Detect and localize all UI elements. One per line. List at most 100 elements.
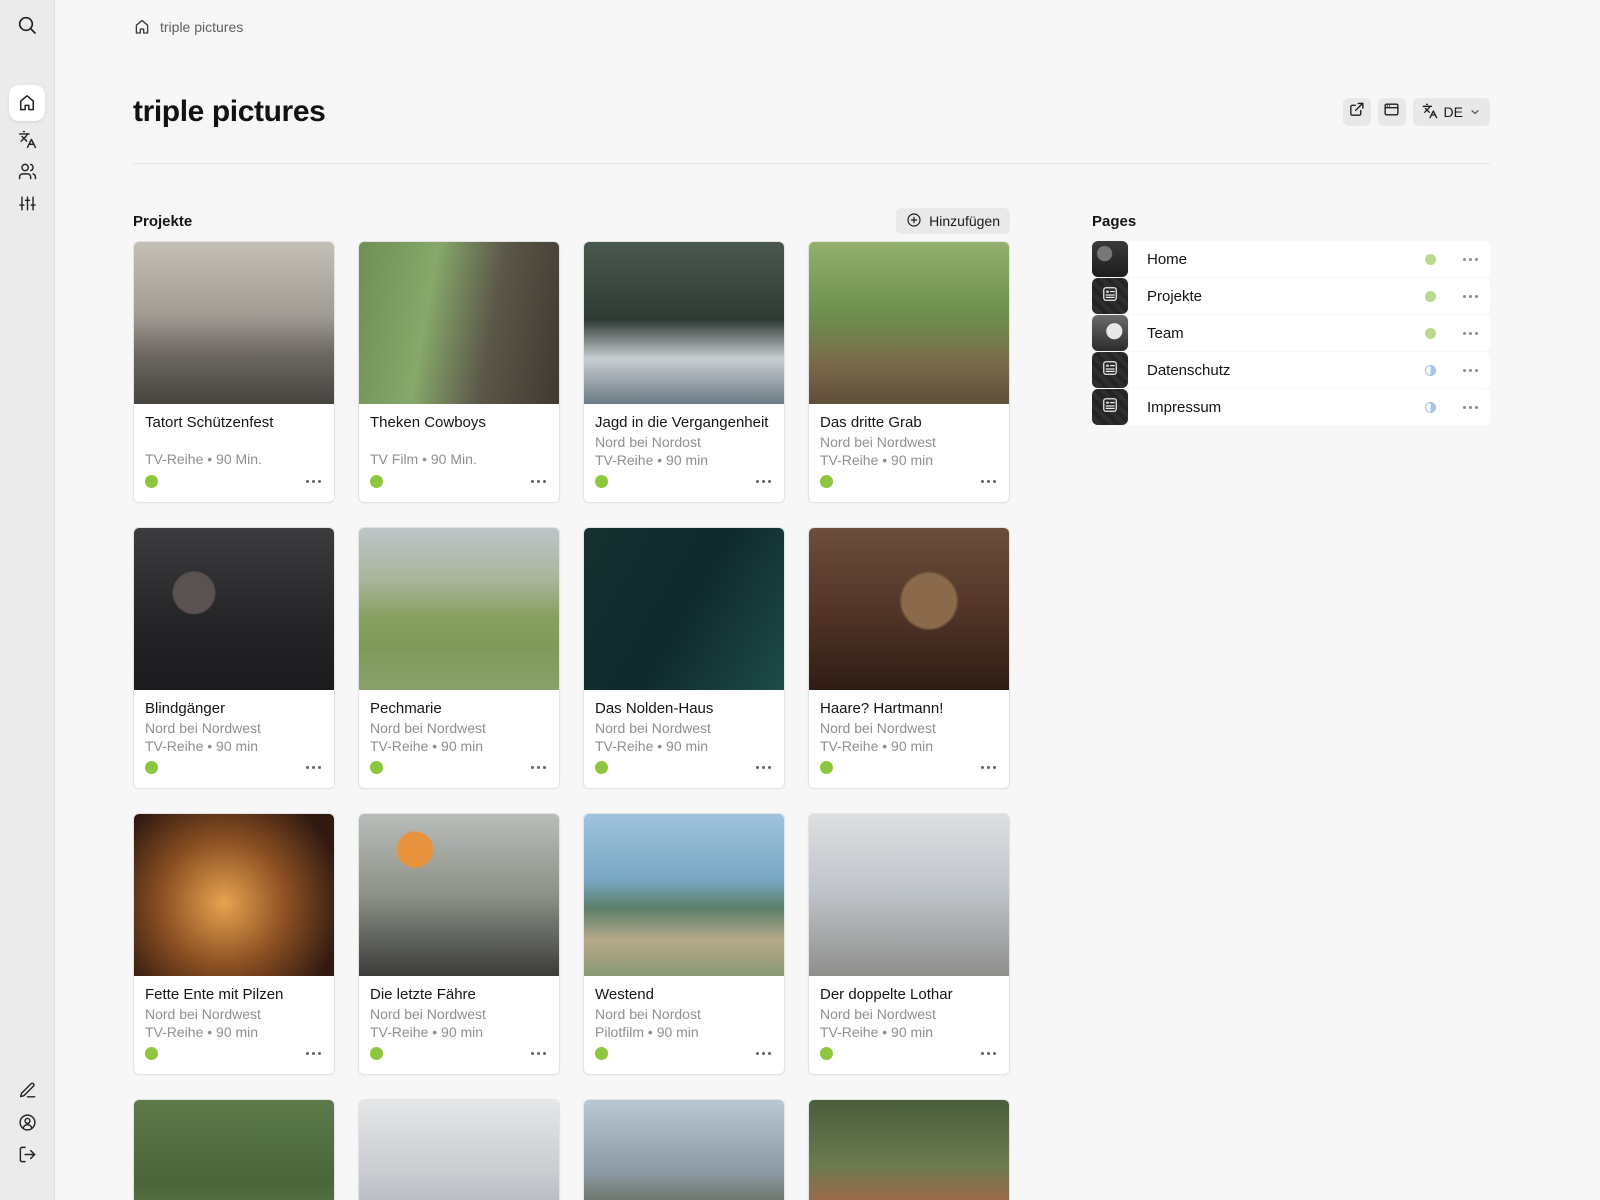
project-card[interactable]: Blindgänger Nord bei Nordwest TV-Reihe •… bbox=[133, 527, 335, 789]
project-meta: TV-Reihe • 90 min bbox=[145, 738, 323, 756]
preview-window-button[interactable] bbox=[1378, 98, 1406, 126]
page-row[interactable]: Datenschutz bbox=[1092, 352, 1490, 388]
document-icon bbox=[1100, 358, 1120, 383]
pages-heading: Pages bbox=[1092, 213, 1136, 230]
rail-item-sliders[interactable] bbox=[9, 187, 45, 219]
project-card[interactable]: Die letzte Fähre Nord bei Nordwest TV-Re… bbox=[358, 813, 560, 1075]
project-card[interactable]: Fette Ente mit Pilzen Nord bei Nordwest … bbox=[133, 813, 335, 1075]
main-content: triple pictures triple pictures DE bbox=[56, 0, 1600, 1200]
project-meta: TV-Reihe • 90 min bbox=[370, 738, 548, 756]
search-button[interactable] bbox=[9, 7, 45, 43]
project-meta: TV-Reihe • 90 min bbox=[820, 452, 998, 470]
project-title: Die letzte Fähre bbox=[370, 985, 548, 1004]
page-menu-button[interactable] bbox=[1463, 406, 1478, 409]
project-thumbnail bbox=[584, 1100, 784, 1200]
page-menu-button[interactable] bbox=[1463, 332, 1478, 335]
page-menu-button[interactable] bbox=[1463, 258, 1478, 261]
status-dot bbox=[595, 475, 608, 488]
project-card[interactable]: Jagd in die Vergangenheit Nord bei Nordo… bbox=[583, 241, 785, 503]
page-thumbnail bbox=[1092, 278, 1128, 314]
rail-item-account[interactable] bbox=[9, 1106, 45, 1138]
more-menu-button[interactable] bbox=[531, 1052, 546, 1055]
project-card[interactable]: Theken Cowboys TV Film • 90 Min. bbox=[358, 241, 560, 503]
home-icon bbox=[133, 18, 151, 36]
rail-item-users[interactable] bbox=[9, 155, 45, 187]
page-row[interactable]: Impressum bbox=[1092, 389, 1490, 425]
project-card[interactable]: Westend Nord bei Nordost Pilotfilm • 90 … bbox=[583, 813, 785, 1075]
project-card[interactable]: Das dritte Grab Nord bei Nordwest TV-Rei… bbox=[808, 241, 1010, 503]
status-dot bbox=[1425, 402, 1436, 413]
project-card[interactable] bbox=[133, 1099, 335, 1200]
status-dot bbox=[1425, 365, 1436, 376]
page-menu-button[interactable] bbox=[1463, 369, 1478, 372]
rail-item-home[interactable] bbox=[9, 85, 45, 121]
project-title: Tatort Schützenfest bbox=[145, 413, 323, 432]
add-project-button[interactable]: Hinzufügen bbox=[896, 208, 1010, 234]
page-thumbnail bbox=[1092, 315, 1128, 351]
project-card[interactable] bbox=[583, 1099, 785, 1200]
rail-item-languages[interactable] bbox=[9, 123, 45, 155]
more-menu-button[interactable] bbox=[756, 1052, 771, 1055]
project-title: Der doppelte Lothar bbox=[820, 985, 998, 1004]
project-thumbnail bbox=[584, 242, 784, 404]
page-row[interactable]: Projekte bbox=[1092, 278, 1490, 314]
project-meta: TV-Reihe • 90 Min. bbox=[145, 451, 323, 469]
project-meta: TV-Reihe • 90 min bbox=[370, 1024, 548, 1042]
project-subtitle: Nord bei Nordwest bbox=[820, 434, 998, 452]
project-card[interactable]: Pechmarie Nord bei Nordwest TV-Reihe • 9… bbox=[358, 527, 560, 789]
more-menu-button[interactable] bbox=[756, 480, 771, 483]
more-menu-button[interactable] bbox=[981, 1052, 996, 1055]
more-menu-button[interactable] bbox=[531, 480, 546, 483]
project-card[interactable]: Das Nolden-Haus Nord bei Nordwest TV-Rei… bbox=[583, 527, 785, 789]
more-menu-button[interactable] bbox=[306, 480, 321, 483]
project-thumbnail bbox=[809, 528, 1009, 690]
more-menu-button[interactable] bbox=[756, 766, 771, 769]
project-thumbnail bbox=[134, 1100, 334, 1200]
pages-list: Home Projekte bbox=[1092, 241, 1490, 425]
project-card[interactable]: Der doppelte Lothar Nord bei Nordwest TV… bbox=[808, 813, 1010, 1075]
status-dot bbox=[1425, 291, 1436, 302]
home-icon bbox=[17, 93, 37, 113]
project-meta: TV-Reihe • 90 min bbox=[820, 1024, 998, 1042]
status-dot bbox=[595, 761, 608, 774]
head-actions: DE bbox=[1343, 98, 1490, 126]
rail-item-logout[interactable] bbox=[9, 1138, 45, 1170]
languages-icon bbox=[1422, 103, 1438, 122]
page-row[interactable]: Home bbox=[1092, 241, 1490, 277]
project-thumbnail bbox=[359, 814, 559, 976]
open-live-site-button[interactable] bbox=[1343, 98, 1371, 126]
project-thumbnail bbox=[134, 528, 334, 690]
project-subtitle: Nord bei Nordwest bbox=[370, 1006, 548, 1024]
project-subtitle: Nord bei Nordwest bbox=[595, 720, 773, 738]
left-rail bbox=[0, 0, 55, 1200]
page-label: Datenschutz bbox=[1147, 362, 1425, 379]
project-thumbnail bbox=[584, 814, 784, 976]
external-link-icon bbox=[1348, 101, 1365, 123]
page-menu-button[interactable] bbox=[1463, 295, 1478, 298]
more-menu-button[interactable] bbox=[531, 766, 546, 769]
project-meta: Pilotfilm • 90 min bbox=[595, 1024, 773, 1042]
status-dot bbox=[820, 1047, 833, 1060]
language-selector[interactable]: DE bbox=[1413, 98, 1490, 126]
status-dot bbox=[145, 761, 158, 774]
projects-heading: Projekte bbox=[133, 213, 192, 230]
more-menu-button[interactable] bbox=[981, 480, 996, 483]
logout-icon bbox=[18, 1145, 37, 1164]
project-thumbnail bbox=[359, 242, 559, 404]
project-card[interactable]: Haare? Hartmann! Nord bei Nordwest TV-Re… bbox=[808, 527, 1010, 789]
project-card[interactable]: Tatort Schützenfest TV-Reihe • 90 Min. bbox=[133, 241, 335, 503]
breadcrumb[interactable]: triple pictures bbox=[133, 0, 1490, 38]
status-dot bbox=[820, 475, 833, 488]
rail-item-edit[interactable] bbox=[9, 1074, 45, 1106]
more-menu-button[interactable] bbox=[981, 766, 996, 769]
page-row[interactable]: Team bbox=[1092, 315, 1490, 351]
project-card[interactable] bbox=[808, 1099, 1010, 1200]
project-meta: TV-Reihe • 90 min bbox=[595, 738, 773, 756]
status-dot bbox=[145, 1047, 158, 1060]
more-menu-button[interactable] bbox=[306, 1052, 321, 1055]
add-project-label: Hinzufügen bbox=[929, 213, 1000, 229]
page-label: Team bbox=[1147, 325, 1425, 342]
title-divider bbox=[133, 163, 1490, 164]
more-menu-button[interactable] bbox=[306, 766, 321, 769]
project-card[interactable] bbox=[358, 1099, 560, 1200]
